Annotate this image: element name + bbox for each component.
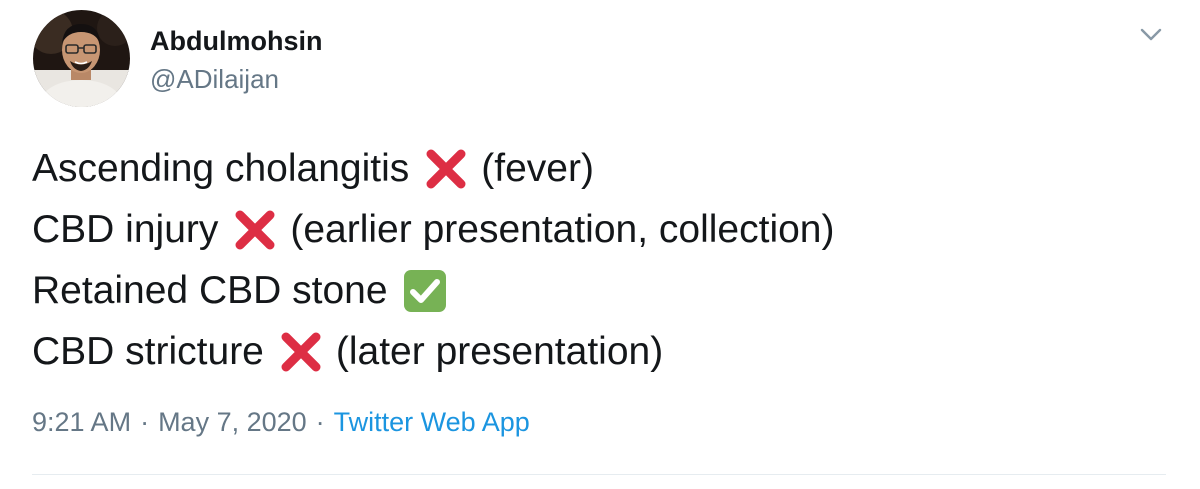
check-mark-button-icon [402,268,448,314]
author-display-name[interactable]: Abdulmohsin [150,26,322,57]
tweet-line: Ascending cholangitis (fever) [32,138,834,199]
tweet-line-text: CBD injury [32,208,219,251]
tweet-line-text: CBD stricture [32,330,264,373]
user-avatar-photo [33,10,130,107]
tweet-line: CBD stricture (later presentation) [32,321,834,382]
tweet-line-text: Retained CBD stone [32,269,388,312]
tweet-card: Abdulmohsin @ADilaijan Ascending cholang… [0,0,1200,489]
tweet-line: Retained CBD stone [32,260,834,321]
meta-separator: · [140,407,150,437]
tweet-line-note: (later presentation) [335,330,664,373]
tweet-line-note: (earlier presentation, collection) [290,208,835,251]
cross-mark-icon [423,146,469,192]
avatar[interactable] [33,10,130,107]
cross-mark-icon [278,329,324,375]
tweet-line-text: Ascending cholangitis [32,147,410,190]
tweet-line-note: (fever) [481,147,594,190]
author-handle[interactable]: @ADilaijan [150,64,279,95]
tweet-text: Ascending cholangitis (fever) CBD injury… [32,138,834,382]
divider [32,474,1166,475]
chevron-down-icon[interactable] [1136,22,1166,46]
tweet-line: CBD injury (earlier presentation, collec… [32,199,834,260]
meta-separator: · [315,407,325,437]
tweet-metadata: 9:21 AM · May 7, 2020 · Twitter Web App [32,407,530,438]
tweet-time[interactable]: 9:21 AM [32,407,131,437]
tweet-source-link[interactable]: Twitter Web App [334,407,530,437]
tweet-date[interactable]: May 7, 2020 [158,407,307,437]
cross-mark-icon [232,207,278,253]
